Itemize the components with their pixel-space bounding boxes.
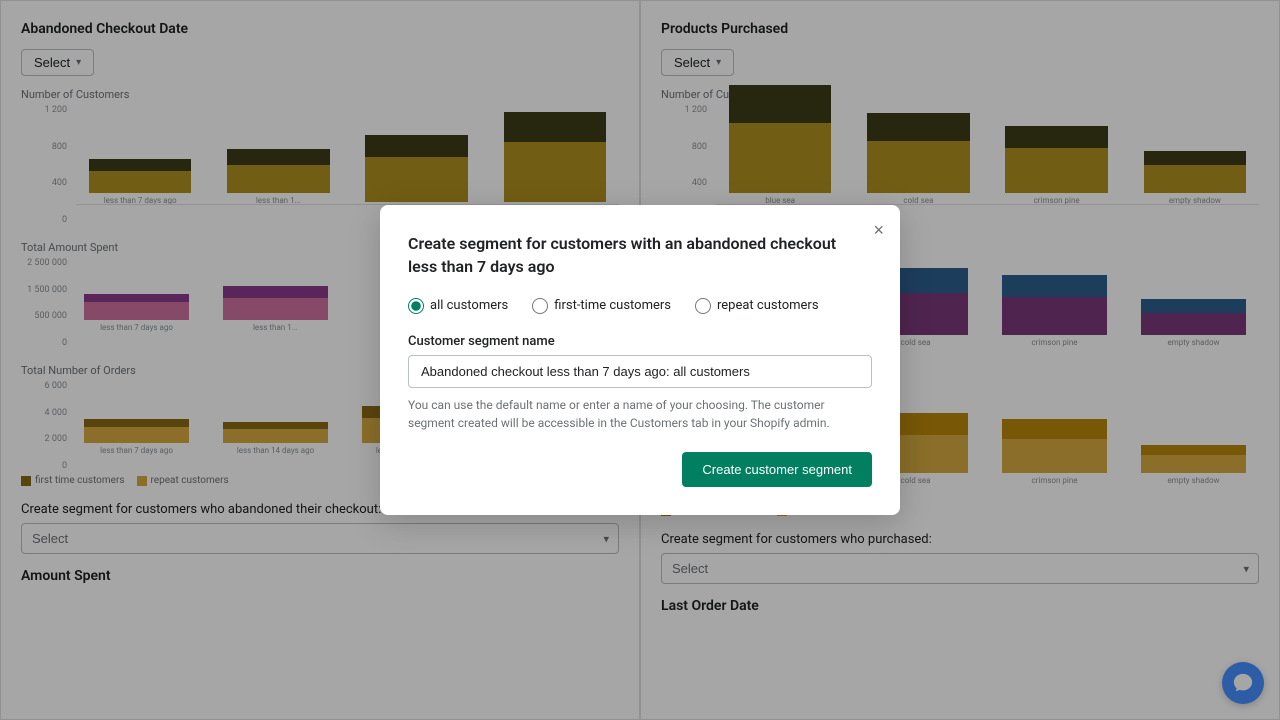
- modal-radio-group: all customers first-time customers repea…: [408, 298, 872, 314]
- radio-all-input[interactable]: [408, 298, 424, 314]
- radio-all-customers[interactable]: all customers: [408, 298, 508, 314]
- modal-footer: Create customer segment: [408, 452, 872, 487]
- segment-name-input[interactable]: [408, 355, 872, 388]
- modal-overlay[interactable]: × Create segment for customers with an a…: [0, 0, 1280, 720]
- radio-repeat-input[interactable]: [695, 298, 711, 314]
- modal-close-button[interactable]: ×: [873, 221, 884, 239]
- radio-first-input[interactable]: [532, 298, 548, 314]
- radio-first-label: first-time customers: [554, 298, 671, 313]
- radio-repeat-label: repeat customers: [717, 298, 819, 313]
- create-segment-button[interactable]: Create customer segment: [682, 452, 872, 487]
- segment-name-label: Customer segment name: [408, 334, 872, 349]
- radio-first-time[interactable]: first-time customers: [532, 298, 671, 314]
- radio-repeat[interactable]: repeat customers: [695, 298, 819, 314]
- modal-helper-text: You can use the default name or enter a …: [408, 396, 872, 432]
- modal-title: Create segment for customers with an aba…: [408, 233, 872, 278]
- radio-all-label: all customers: [430, 298, 508, 313]
- modal-dialog: × Create segment for customers with an a…: [380, 205, 900, 515]
